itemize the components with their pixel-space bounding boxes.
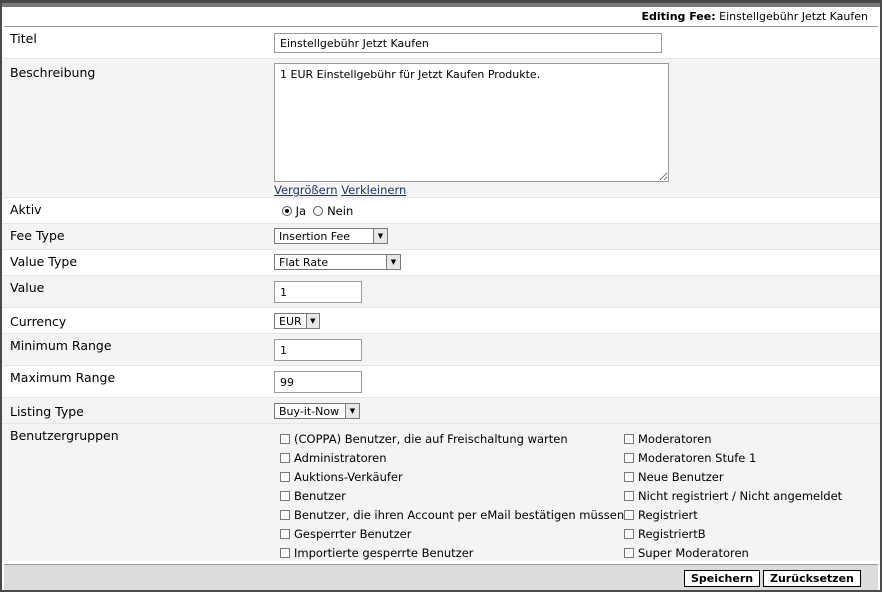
currency-label: Currency bbox=[10, 314, 67, 329]
listing-type-value: Buy-it-Now bbox=[279, 404, 340, 418]
row-titel: Titel bbox=[2, 27, 880, 59]
reset-button[interactable]: Zurücksetzen bbox=[763, 570, 861, 587]
textarea-size-links: Vergrößern Verkleinern bbox=[274, 183, 406, 197]
group-item[interactable]: Importierte gesperrte Benutzer bbox=[280, 546, 474, 560]
aktiv-yes-label: Ja bbox=[295, 204, 307, 218]
group-item[interactable]: Benutzer, die ihren Account per eMail be… bbox=[280, 508, 624, 522]
row-max-range: Maximum Range bbox=[2, 366, 880, 398]
enlarge-link[interactable]: Vergrößern bbox=[274, 183, 338, 197]
checkbox[interactable] bbox=[280, 491, 290, 501]
group-label: Gesperrter Benutzer bbox=[294, 527, 412, 541]
titel-label: Titel bbox=[10, 31, 37, 46]
beschreibung-label: Beschreibung bbox=[10, 65, 96, 80]
checkbox[interactable] bbox=[624, 491, 634, 501]
form-header: Editing Fee: Einstellgebühr Jetzt Kaufen bbox=[4, 7, 878, 27]
group-item[interactable]: Administratoren bbox=[280, 451, 387, 465]
currency-select[interactable]: EUR ▼ bbox=[274, 313, 320, 329]
group-item[interactable]: Benutzer bbox=[280, 489, 346, 503]
checkbox[interactable] bbox=[624, 548, 634, 558]
row-beschreibung: Beschreibung 1 EUR Einstellgebühr für Je… bbox=[2, 59, 880, 198]
value-input[interactable] bbox=[274, 281, 362, 303]
group-item[interactable]: Auktions-Verkäufer bbox=[280, 470, 403, 484]
group-item[interactable]: (COPPA) Benutzer, die auf Freischaltung … bbox=[280, 432, 568, 446]
aktiv-no-radio[interactable] bbox=[313, 206, 324, 216]
aktiv-no-label: Nein bbox=[327, 204, 354, 218]
group-label: Moderatoren bbox=[638, 432, 712, 446]
group-item[interactable]: Moderatoren bbox=[624, 432, 712, 446]
value-type-value: Flat Rate bbox=[279, 255, 329, 269]
chevron-down-icon: ▼ bbox=[373, 229, 387, 243]
header-fee-name: Einstellgebühr Jetzt Kaufen bbox=[719, 10, 868, 23]
min-range-label: Minimum Range bbox=[10, 338, 112, 353]
group-label: Nicht registriert / Nicht angemeldet bbox=[638, 489, 843, 503]
group-label: (COPPA) Benutzer, die auf Freischaltung … bbox=[294, 432, 568, 446]
checkbox[interactable] bbox=[624, 510, 634, 520]
fee-type-label: Fee Type bbox=[10, 228, 65, 243]
checkbox[interactable] bbox=[624, 529, 634, 539]
group-item[interactable]: Gesperrter Benutzer bbox=[280, 527, 411, 541]
row-currency: Currency EUR ▼ bbox=[2, 308, 880, 334]
group-item[interactable]: Neue Benutzer bbox=[624, 470, 724, 484]
beschreibung-textarea[interactable]: 1 EUR Einstellgebühr für Jetzt Kaufen Pr… bbox=[274, 63, 669, 182]
group-label: Benutzer bbox=[294, 489, 346, 503]
checkbox[interactable] bbox=[624, 453, 634, 463]
group-item[interactable]: RegistriertB bbox=[624, 527, 706, 541]
group-label: Administratoren bbox=[294, 451, 387, 465]
value-label: Value bbox=[10, 280, 45, 295]
form-footer: Speichern Zurücksetzen bbox=[4, 564, 878, 590]
max-range-input[interactable] bbox=[274, 371, 362, 393]
row-benutzergruppen: Benutzergruppen (COPPA) Benutzer, die au… bbox=[2, 424, 880, 561]
group-label: Registriert bbox=[638, 508, 698, 522]
shrink-link[interactable]: Verkleinern bbox=[341, 183, 406, 197]
group-label: Auktions-Verkäufer bbox=[294, 470, 403, 484]
value-type-label: Value Type bbox=[10, 254, 78, 269]
chevron-down-icon: ▼ bbox=[345, 404, 359, 418]
aktiv-label: Aktiv bbox=[10, 202, 42, 217]
checkbox[interactable] bbox=[280, 434, 290, 444]
aktiv-options: Ja Nein bbox=[282, 204, 353, 218]
checkbox[interactable] bbox=[624, 434, 634, 444]
checkbox[interactable] bbox=[624, 472, 634, 482]
chevron-down-icon: ▼ bbox=[386, 255, 400, 269]
group-label: Benutzer, die ihren Account per eMail be… bbox=[294, 508, 625, 522]
row-aktiv: Aktiv Ja Nein bbox=[2, 198, 880, 224]
save-button[interactable]: Speichern bbox=[684, 570, 761, 587]
group-item[interactable]: Super Moderatoren bbox=[624, 546, 749, 560]
group-label: Super Moderatoren bbox=[638, 546, 749, 560]
fee-edit-form: Editing Fee: Einstellgebühr Jetzt Kaufen… bbox=[0, 0, 882, 592]
group-label: Importierte gesperrte Benutzer bbox=[294, 546, 474, 560]
row-value: Value bbox=[2, 276, 880, 308]
min-range-input[interactable] bbox=[274, 339, 362, 361]
currency-value: EUR bbox=[279, 314, 302, 328]
group-label: RegistriertB bbox=[638, 527, 706, 541]
checkbox[interactable] bbox=[280, 453, 290, 463]
row-listing-type: Listing Type Buy-it-Now ▼ bbox=[2, 398, 880, 424]
group-label: Neue Benutzer bbox=[638, 470, 724, 484]
row-min-range: Minimum Range bbox=[2, 334, 880, 366]
fee-type-value: Insertion Fee bbox=[279, 229, 351, 243]
group-item[interactable]: Nicht registriert / Nicht angemeldet bbox=[624, 489, 842, 503]
chevron-down-icon: ▼ bbox=[305, 314, 319, 328]
checkbox[interactable] bbox=[280, 548, 290, 558]
row-fee-type: Fee Type Insertion Fee ▼ bbox=[2, 224, 880, 250]
header-prefix: Editing Fee: bbox=[641, 10, 716, 23]
max-range-label: Maximum Range bbox=[10, 370, 116, 385]
checkbox[interactable] bbox=[280, 529, 290, 539]
titel-input[interactable] bbox=[274, 33, 662, 53]
group-label: Moderatoren Stufe 1 bbox=[638, 451, 757, 465]
listing-type-label: Listing Type bbox=[10, 404, 84, 419]
group-item[interactable]: Registriert bbox=[624, 508, 698, 522]
value-type-select[interactable]: Flat Rate ▼ bbox=[274, 254, 401, 270]
groups-label: Benutzergruppen bbox=[10, 428, 119, 443]
checkbox[interactable] bbox=[280, 510, 290, 520]
checkbox[interactable] bbox=[280, 472, 290, 482]
group-item[interactable]: Moderatoren Stufe 1 bbox=[624, 451, 756, 465]
row-value-type: Value Type Flat Rate ▼ bbox=[2, 250, 880, 276]
fee-type-select[interactable]: Insertion Fee ▼ bbox=[274, 228, 388, 244]
aktiv-yes-radio[interactable] bbox=[282, 206, 292, 216]
listing-type-select[interactable]: Buy-it-Now ▼ bbox=[274, 403, 360, 419]
